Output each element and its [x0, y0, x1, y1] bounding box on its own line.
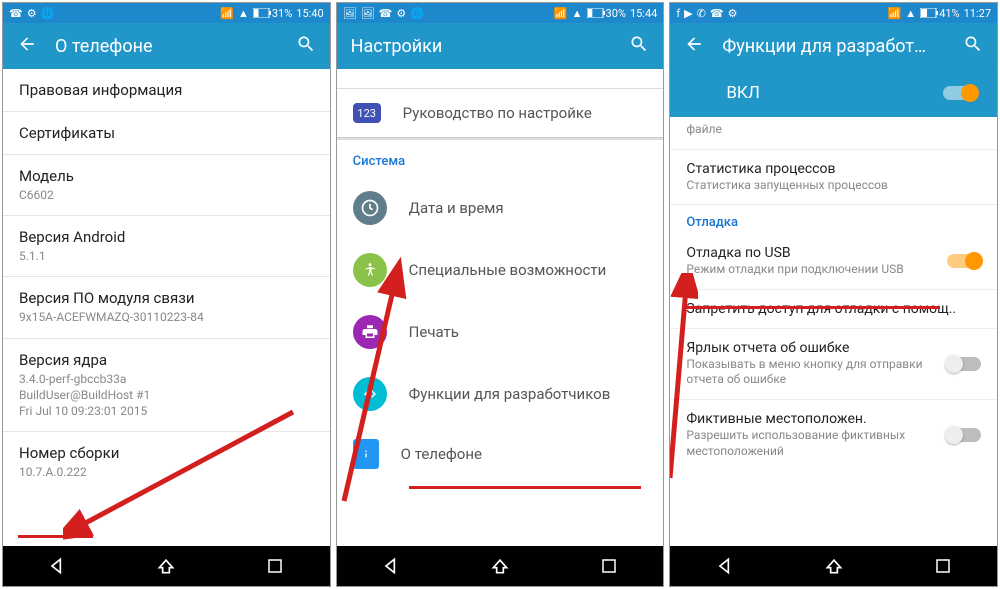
revoke-debug-auth-item[interactable]: Запретить доступ для отладки с помощ.. [670, 290, 997, 329]
page-title: Настройки [351, 36, 612, 57]
nav-home-button[interactable] [475, 552, 525, 580]
app-bar: О телефоне [3, 23, 330, 69]
system-section-header: Система [337, 140, 664, 177]
signal-icon: 📶 [554, 7, 568, 20]
phone-icon: ☎ [710, 7, 724, 20]
kernel-item[interactable]: Версия ядра3.4.0-perf-gbccb33a BuildUser… [3, 339, 330, 433]
facebook-icon: f [676, 7, 680, 20]
build-number-item[interactable]: Номер сборки10.7.A.0.222 [3, 432, 330, 492]
legal-info-item[interactable]: Правовая информация [3, 69, 330, 112]
mock-locations-item[interactable]: Фиктивные местоположен.Разрешить использ… [670, 400, 997, 470]
phone-icon: ☎ [379, 7, 393, 20]
accessibility-item[interactable]: Специальные возможности [337, 239, 664, 301]
signal-icon: 📶 [888, 7, 902, 20]
search-icon[interactable] [963, 34, 983, 58]
info-icon [353, 439, 379, 469]
settings-list: 123 Руководство по настройке Система Дат… [337, 69, 664, 546]
clock-text: 11:27 [964, 7, 991, 20]
nav-home-button[interactable] [809, 552, 859, 580]
phone-panel-1: ☎ ⚙ 🌐 📶 ▲ 31% 15:40 О телефоне Правовая … [2, 2, 331, 587]
battery-indicator: 30% [587, 7, 626, 20]
nav-bar [670, 546, 997, 586]
highlight-underline [685, 306, 940, 309]
image-icon: 🖼 [343, 7, 357, 20]
signal-icon: 📶 [220, 7, 234, 20]
print-icon [353, 315, 387, 349]
mock-locations-switch[interactable] [947, 428, 981, 442]
developer-icon [353, 377, 387, 411]
phone-panel-3: f ▶ ✆ ☎ ⚙ 📶 ▲ 41% 11:27 Функции для разр… [669, 2, 998, 587]
battery-indicator: 31% [253, 7, 292, 20]
bug-report-shortcut-item[interactable]: Ярлык отчета об ошибкеПоказывать в меню … [670, 329, 997, 400]
search-icon[interactable] [629, 34, 649, 58]
image-icon: 🖼 [361, 7, 375, 20]
accessibility-icon [353, 253, 387, 287]
about-list: Правовая информация Сертификаты МодельC6… [3, 69, 330, 546]
battery-indicator: 41% [920, 7, 959, 20]
nav-recent-button[interactable] [250, 552, 300, 580]
nav-bar [3, 546, 330, 586]
date-time-item[interactable]: Дата и время [337, 177, 664, 239]
nav-back-button[interactable] [32, 552, 82, 580]
back-icon[interactable] [17, 34, 37, 58]
partial-item[interactable]: файле [670, 117, 997, 150]
gear-icon: ⚙ [728, 7, 738, 20]
clock-icon [353, 191, 387, 225]
app-bar: Функции для разработ… [670, 23, 997, 69]
app-bar: Настройки [337, 23, 664, 69]
globe-icon: 🌐 [41, 7, 55, 20]
debug-section-header: Отладка [670, 205, 997, 234]
search-icon[interactable] [296, 34, 316, 58]
cell-icon: ▲ [572, 7, 583, 20]
page-title: Функции для разработ… [722, 36, 945, 57]
process-stats-item[interactable]: Статистика процессовСтатистика запущенны… [670, 150, 997, 206]
gear-icon: ⚙ [27, 7, 37, 20]
gear-icon: ⚙ [396, 7, 406, 20]
usb-debugging-switch[interactable] [947, 254, 981, 268]
android-version-item[interactable]: Версия Android5.1.1 [3, 216, 330, 277]
setup-guide-item[interactable]: 123 Руководство по настройке [337, 89, 664, 137]
nav-back-button[interactable] [700, 552, 750, 580]
globe-icon: 🌐 [410, 7, 424, 20]
print-item[interactable]: Печать [337, 301, 664, 363]
highlight-underline [409, 486, 641, 489]
status-bar: 🖼 🖼 ☎ ⚙ 🌐 📶 ▲ 30% 15:44 [337, 3, 664, 23]
back-icon[interactable] [684, 34, 704, 58]
nav-back-button[interactable] [366, 552, 416, 580]
cell-icon: ▲ [238, 7, 249, 20]
highlight-underline [18, 535, 93, 538]
about-phone-item[interactable]: О телефоне [337, 425, 664, 483]
nav-recent-button[interactable] [918, 552, 968, 580]
nav-home-button[interactable] [141, 552, 191, 580]
phone-icon: ☎ [9, 7, 23, 20]
clock-text: 15:44 [630, 7, 657, 20]
phone-panel-2: 🖼 🖼 ☎ ⚙ 🌐 📶 ▲ 30% 15:44 Настройки 123 Ру… [336, 2, 665, 587]
nav-recent-button[interactable] [584, 552, 634, 580]
clock-text: 15:40 [296, 7, 323, 20]
setup-guide-icon: 123 [353, 103, 381, 123]
page-title: О телефоне [55, 36, 278, 57]
master-toggle-bar: ВКЛ [670, 69, 997, 117]
usb-debugging-item[interactable]: Отладка по USBРежим отладки при подключе… [670, 234, 997, 290]
youtube-icon: ▶ [684, 7, 692, 20]
model-item[interactable]: МодельC6602 [3, 155, 330, 216]
developer-options-item[interactable]: Функции для разработчиков [337, 363, 664, 425]
baseband-item[interactable]: Версия ПО модуля связи9x15A-ACEFWMAZQ-30… [3, 277, 330, 338]
cell-icon: ▲ [905, 7, 916, 20]
master-toggle-label: ВКЛ [726, 83, 760, 103]
bug-report-switch[interactable] [947, 357, 981, 371]
viber-icon: ✆ [697, 7, 706, 20]
nav-bar [337, 546, 664, 586]
certificates-item[interactable]: Сертификаты [3, 112, 330, 155]
master-toggle-switch[interactable] [943, 86, 977, 100]
status-bar: ☎ ⚙ 🌐 📶 ▲ 31% 15:40 [3, 3, 330, 23]
developer-options-list: файле Статистика процессовСтатистика зап… [670, 117, 997, 546]
status-bar: f ▶ ✆ ☎ ⚙ 📶 ▲ 41% 11:27 [670, 3, 997, 23]
